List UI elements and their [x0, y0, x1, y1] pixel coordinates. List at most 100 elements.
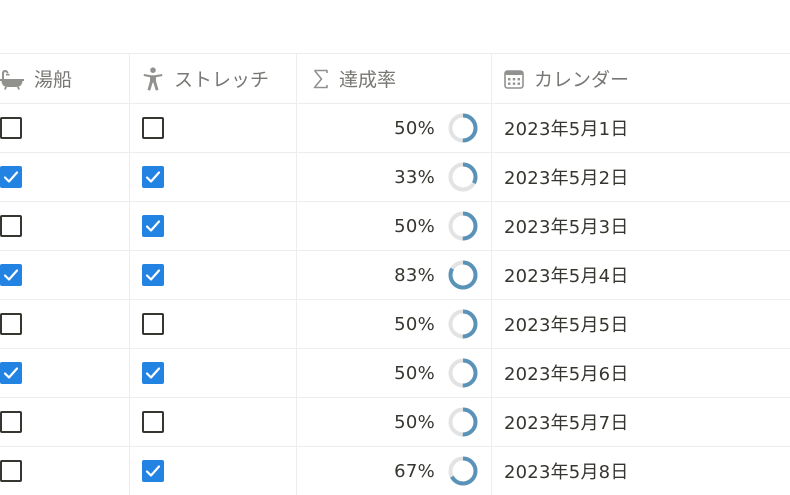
checkmark-icon: [145, 171, 161, 183]
rate-value: 67%: [394, 460, 435, 482]
cell-date[interactable]: 2023年5月3日: [491, 202, 790, 250]
database-table: 湯船 ストレッチ 達成率 カレンダー 50% 2023年5月1日 33% 202…: [0, 53, 790, 495]
cell-bath: [0, 251, 129, 299]
cell-stretch: [129, 300, 296, 348]
column-header-date[interactable]: カレンダー: [491, 54, 790, 103]
cell-stretch: [129, 447, 296, 495]
progress-ring: [448, 113, 478, 143]
bath-checkbox[interactable]: [0, 264, 22, 286]
cell-rate: 50%: [296, 104, 491, 152]
date-value: 2023年5月1日: [504, 119, 629, 140]
rate-value: 33%: [394, 166, 435, 188]
column-header-rate[interactable]: 達成率: [296, 54, 491, 103]
person-icon: [142, 66, 164, 91]
progress-ring: [448, 407, 478, 437]
bath-checkbox[interactable]: [0, 215, 22, 237]
table-row: 33% 2023年5月2日: [0, 152, 790, 201]
checkmark-icon: [145, 220, 161, 232]
table-row: 67% 2023年5月8日: [0, 446, 790, 495]
cell-stretch: [129, 153, 296, 201]
checkmark-icon: [3, 269, 19, 281]
cell-rate: 50%: [296, 202, 491, 250]
stretch-checkbox[interactable]: [142, 411, 164, 433]
date-value: 2023年5月3日: [504, 217, 629, 238]
cell-date[interactable]: 2023年5月6日: [491, 349, 790, 397]
cell-date[interactable]: 2023年5月1日: [491, 104, 790, 152]
cell-rate: 33%: [296, 153, 491, 201]
stretch-checkbox[interactable]: [142, 117, 164, 139]
table-row: 50% 2023年5月7日: [0, 397, 790, 446]
table-body: 50% 2023年5月1日 33% 2023年5月2日 50% 2023年5月3日 83% 2…: [0, 103, 790, 495]
cell-rate: 83%: [296, 251, 491, 299]
checkmark-icon: [3, 171, 19, 183]
table-header: 湯船 ストレッチ 達成率 カレンダー: [0, 53, 790, 103]
cell-rate: 50%: [296, 349, 491, 397]
checkmark-icon: [145, 269, 161, 281]
checkmark-icon: [145, 465, 161, 477]
progress-ring: [448, 358, 478, 388]
bath-checkbox[interactable]: [0, 166, 22, 188]
cell-date[interactable]: 2023年5月5日: [491, 300, 790, 348]
rate-value: 50%: [394, 215, 435, 237]
checkmark-icon: [145, 367, 161, 379]
progress-ring: [448, 456, 478, 486]
bath-checkbox[interactable]: [0, 117, 22, 139]
rate-value: 50%: [394, 313, 435, 335]
column-label-bath: 湯船: [34, 69, 73, 91]
rate-value: 50%: [394, 411, 435, 433]
date-value: 2023年5月5日: [504, 315, 629, 336]
column-header-bath[interactable]: 湯船: [0, 54, 129, 103]
cell-date[interactable]: 2023年5月7日: [491, 398, 790, 446]
column-label-stretch: ストレッチ: [174, 69, 270, 91]
cell-stretch: [129, 104, 296, 152]
stretch-checkbox[interactable]: [142, 362, 164, 384]
bath-checkbox[interactable]: [0, 460, 22, 482]
stretch-checkbox[interactable]: [142, 313, 164, 335]
progress-ring: [448, 211, 478, 241]
table-row: 50% 2023年5月6日: [0, 348, 790, 397]
cell-rate: 67%: [296, 447, 491, 495]
cell-rate: 50%: [296, 398, 491, 446]
cell-bath: [0, 153, 129, 201]
date-value: 2023年5月7日: [504, 413, 629, 434]
cell-stretch: [129, 202, 296, 250]
progress-ring: [448, 260, 478, 290]
sigma-icon: [313, 69, 329, 89]
bath-checkbox[interactable]: [0, 362, 22, 384]
date-value: 2023年5月2日: [504, 168, 629, 189]
cell-bath: [0, 398, 129, 446]
stretch-checkbox[interactable]: [142, 215, 164, 237]
cell-bath: [0, 104, 129, 152]
progress-ring: [448, 309, 478, 339]
bath-checkbox[interactable]: [0, 313, 22, 335]
bath-checkbox[interactable]: [0, 411, 22, 433]
cell-stretch: [129, 398, 296, 446]
progress-ring: [448, 162, 478, 192]
bathtub-icon: [0, 68, 24, 90]
rate-value: 83%: [394, 264, 435, 286]
date-value: 2023年5月4日: [504, 266, 629, 287]
cell-bath: [0, 349, 129, 397]
rate-value: 50%: [394, 362, 435, 384]
cell-bath: [0, 202, 129, 250]
date-value: 2023年5月6日: [504, 364, 629, 385]
table-row: 83% 2023年5月4日: [0, 250, 790, 299]
table-row: 50% 2023年5月5日: [0, 299, 790, 348]
checkmark-icon: [3, 367, 19, 379]
cell-date[interactable]: 2023年5月2日: [491, 153, 790, 201]
table-row: 50% 2023年5月3日: [0, 201, 790, 250]
column-label-date: カレンダー: [534, 69, 630, 91]
stretch-checkbox[interactable]: [142, 460, 164, 482]
calendar-icon: [504, 69, 524, 89]
cell-stretch: [129, 251, 296, 299]
rate-value: 50%: [394, 117, 435, 139]
column-label-rate: 達成率: [339, 69, 397, 91]
cell-bath: [0, 447, 129, 495]
cell-date[interactable]: 2023年5月8日: [491, 447, 790, 495]
cell-rate: 50%: [296, 300, 491, 348]
cell-stretch: [129, 349, 296, 397]
cell-date[interactable]: 2023年5月4日: [491, 251, 790, 299]
stretch-checkbox[interactable]: [142, 264, 164, 286]
column-header-stretch[interactable]: ストレッチ: [129, 54, 296, 103]
stretch-checkbox[interactable]: [142, 166, 164, 188]
